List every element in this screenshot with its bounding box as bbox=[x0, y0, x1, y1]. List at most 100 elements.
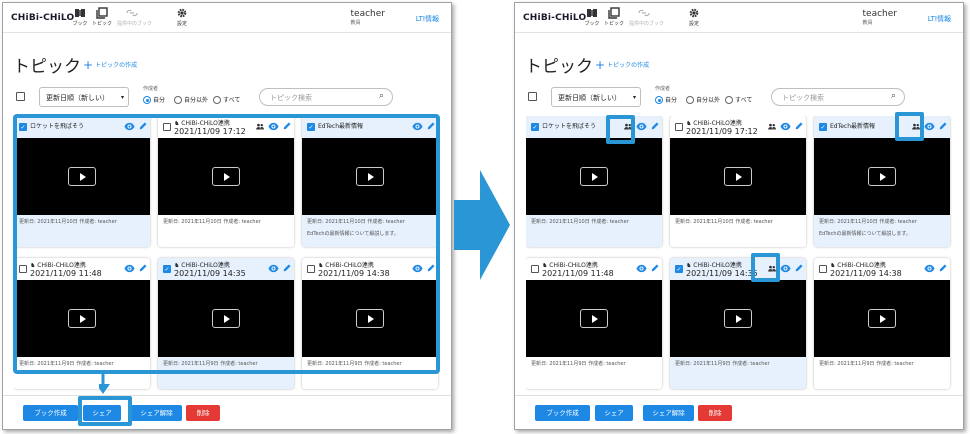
create-book-button[interactable]: ブック作成 bbox=[535, 405, 590, 421]
topic-checkbox[interactable]: ✓ bbox=[819, 123, 827, 131]
topic-title[interactable]: ♞ CHiBi-CHiLO連携 2021/11/09 17:12 bbox=[686, 120, 758, 136]
edit-pencil-icon[interactable] bbox=[938, 121, 948, 131]
topic-checkbox[interactable] bbox=[531, 265, 539, 273]
book-icon bbox=[75, 9, 85, 17]
delete-button[interactable]: 削除 bbox=[698, 405, 732, 421]
radio-label: 自分 bbox=[153, 97, 166, 104]
video-thumbnail[interactable] bbox=[670, 280, 806, 357]
creator-radio-others[interactable]: 自分以外 bbox=[174, 95, 208, 104]
book-icon bbox=[587, 9, 597, 17]
preview-eye-icon[interactable] bbox=[636, 263, 647, 274]
video-thumbnail[interactable] bbox=[670, 138, 806, 215]
topic-card[interactable]: ♞ CHiBi-CHiLO連携 2021/11/09 17:12 更新日: 2021… bbox=[670, 116, 806, 247]
preview-eye-icon[interactable] bbox=[924, 263, 935, 274]
play-icon[interactable] bbox=[868, 166, 896, 186]
user-menu[interactable]: teacher 教員 bbox=[351, 9, 385, 26]
video-thumbnail[interactable] bbox=[814, 280, 950, 357]
user-role: 教員 bbox=[350, 20, 361, 26]
topic-checkbox[interactable] bbox=[675, 123, 683, 131]
topic-card[interactable]: ♞ CHiBi-CHiLO連携 2021/11/09 14:38 更新日: 2021… bbox=[814, 258, 950, 389]
topic-meta: 更新日: 2021年11月9日 作成者: teacher bbox=[675, 361, 770, 367]
share-button[interactable]: シェア bbox=[595, 405, 633, 421]
top-bar: CHiBi-CHiLO ブック トピック 提供中のブック 設定 teacher … bbox=[515, 3, 963, 33]
lti-info-link[interactable]: LTI情報 bbox=[416, 14, 439, 24]
transition-arrow-icon bbox=[454, 170, 510, 280]
edit-pencil-icon[interactable] bbox=[650, 263, 660, 273]
creator-radio-mine[interactable]: 自分 bbox=[655, 95, 677, 104]
search-icon[interactable]: ⌕ bbox=[379, 91, 384, 101]
creator-filter-label: 作成者 bbox=[143, 86, 159, 92]
topic-title[interactable]: ♞ CHiBi-CHiLO連携 2021/11/09 11:48 bbox=[542, 262, 614, 278]
topic-meta: 更新日: 2021年11月10日 作成者: teacher bbox=[531, 219, 629, 225]
unshare-button[interactable]: シェア解除 bbox=[643, 405, 694, 421]
topic-card[interactable]: ✓ ♞ CHiBi-CHiLO連携 2021/11/09 14:35 更新日: 202… bbox=[670, 258, 806, 389]
radio-label: すべて bbox=[223, 97, 241, 104]
action-bar: ブック作成 シェア シェア解除 削除 bbox=[3, 395, 451, 429]
add-topic-link[interactable]: + トピックの作成 bbox=[595, 58, 649, 72]
preview-eye-icon[interactable] bbox=[636, 121, 647, 132]
shared-users-icon[interactable] bbox=[767, 122, 777, 131]
sort-value: 更新日順（新しい） bbox=[46, 94, 109, 102]
nav-settings[interactable]: 設定 bbox=[167, 7, 197, 27]
video-thumbnail[interactable] bbox=[526, 138, 662, 215]
topic-subtitle: 2021/11/09 11:48 bbox=[542, 269, 614, 278]
select-all-checkbox[interactable] bbox=[528, 92, 537, 101]
video-thumbnail[interactable] bbox=[814, 138, 950, 215]
radio-label: 自分以外 bbox=[184, 97, 209, 104]
video-thumbnail[interactable] bbox=[526, 280, 662, 357]
create-book-button[interactable]: ブック作成 bbox=[23, 405, 78, 421]
creator-radio-others[interactable]: 自分以外 bbox=[686, 95, 720, 104]
lti-info-link[interactable]: LTI情報 bbox=[928, 14, 951, 24]
nav-topic[interactable]: トピック bbox=[599, 7, 629, 27]
edit-pencil-icon[interactable] bbox=[794, 263, 804, 273]
edit-pencil-icon[interactable] bbox=[650, 121, 660, 131]
play-icon[interactable] bbox=[580, 308, 608, 328]
search-icon[interactable]: ⌕ bbox=[891, 91, 896, 101]
topic-title[interactable]: ♞ CHiBi-CHiLO連携 2021/11/09 14:38 bbox=[830, 262, 902, 278]
radio-label: すべて bbox=[735, 97, 753, 104]
topic-grid: ✓ ロケットを飛ばそう 更新日: 2021年11月10日 作成者: teacher ♞… bbox=[526, 116, 958, 418]
creator-radio-mine[interactable]: 自分 bbox=[143, 95, 165, 104]
topic-description: EdTechの最新情報について解説します。 bbox=[819, 231, 911, 237]
unshare-button[interactable]: シェア解除 bbox=[131, 405, 182, 421]
topic-title[interactable]: ♞ CHiBi-CHiLO連携 2021/11/09 14:35 bbox=[686, 262, 758, 278]
topic-card[interactable]: ✓ ロケットを飛ばそう更新日: 2021年11月10日 作成者: teacher bbox=[526, 116, 662, 247]
top-bar: CHiBi-CHiLO ブック トピック 提供中のブック 設定 teacher … bbox=[3, 3, 451, 33]
creator-radio-all[interactable]: すべて bbox=[213, 95, 240, 104]
nav-provided-books[interactable]: 提供中のブック bbox=[629, 7, 664, 27]
edit-pencil-icon[interactable] bbox=[794, 121, 804, 131]
topic-title[interactable]: ロケットを飛ばそう bbox=[542, 123, 596, 130]
nav-settings-label: 設定 bbox=[688, 21, 699, 27]
topic-checkbox[interactable]: ✓ bbox=[531, 123, 539, 131]
topic-card[interactable]: ✓ EdTech最新情報 更新日: 2021年11月10日 作成者: teacher… bbox=[814, 116, 950, 247]
play-icon[interactable] bbox=[724, 166, 752, 186]
add-topic-link[interactable]: + トピックの作成 bbox=[83, 58, 137, 72]
sort-select[interactable]: 更新日順（新しい） ▾ bbox=[551, 87, 641, 107]
preview-eye-icon[interactable] bbox=[924, 121, 935, 132]
nav-provided-books[interactable]: 提供中のブック bbox=[117, 7, 152, 27]
topic-meta: 更新日: 2021年11月9日 作成者: teacher bbox=[819, 361, 914, 367]
topic-checkbox[interactable]: ✓ bbox=[675, 265, 683, 273]
play-icon[interactable] bbox=[868, 308, 896, 328]
preview-eye-icon[interactable] bbox=[780, 263, 791, 274]
preview-eye-icon[interactable] bbox=[780, 121, 791, 132]
topic-meta: 更新日: 2021年11月10日 作成者: teacher bbox=[675, 219, 773, 225]
topic-search-input[interactable]: トピック検索 ⌕ bbox=[771, 88, 905, 106]
radio-dot bbox=[213, 96, 221, 104]
nav-settings[interactable]: 設定 bbox=[679, 7, 709, 27]
action-bar: ブック作成 シェア シェア解除 削除 bbox=[515, 395, 963, 429]
play-icon[interactable] bbox=[580, 166, 608, 186]
select-all-checkbox[interactable] bbox=[16, 92, 25, 101]
nav-topic[interactable]: トピック bbox=[87, 7, 117, 27]
topic-card[interactable]: ♞ CHiBi-CHiLO連携 2021/11/09 11:48 更新日: 2021… bbox=[526, 258, 662, 389]
edit-pencil-icon[interactable] bbox=[938, 263, 948, 273]
topic-checkbox[interactable] bbox=[819, 265, 827, 273]
delete-button[interactable]: 削除 bbox=[186, 405, 220, 421]
topic-search-input[interactable]: トピック検索 ⌕ bbox=[259, 88, 393, 106]
topic-title[interactable]: EdTech最新情報 bbox=[830, 123, 875, 130]
gear-icon bbox=[177, 8, 187, 18]
sort-select[interactable]: 更新日順（新しい） ▾ bbox=[39, 87, 129, 107]
play-icon[interactable] bbox=[724, 308, 752, 328]
user-menu[interactable]: teacher 教員 bbox=[863, 9, 897, 26]
creator-radio-all[interactable]: すべて bbox=[725, 95, 752, 104]
